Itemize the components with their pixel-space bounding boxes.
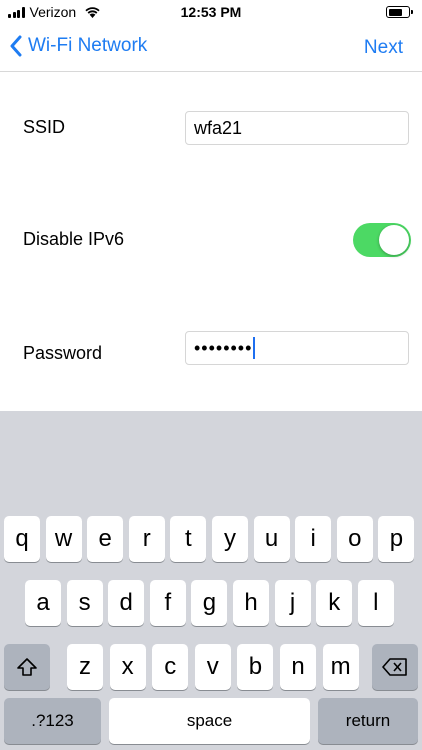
key-g[interactable]: g <box>191 580 228 626</box>
key-o[interactable]: o <box>336 516 373 562</box>
key-y[interactable]: y <box>212 516 248 562</box>
ssid-input[interactable] <box>185 111 409 145</box>
password-input[interactable]: •••••••• <box>185 331 409 365</box>
battery-icon <box>386 6 413 18</box>
ssid-row: SSID <box>0 111 422 145</box>
key-q[interactable]: q <box>4 516 40 562</box>
password-masked-value: •••••••• <box>194 337 253 358</box>
next-button[interactable]: Next <box>364 37 403 59</box>
status-time: 12:53 PM <box>180 4 242 20</box>
chevron-left-icon <box>10 35 22 57</box>
key-t[interactable]: t <box>170 516 207 562</box>
key-n[interactable]: n <box>280 644 316 690</box>
key-a[interactable]: a <box>25 580 61 626</box>
keyboard-area: qwertyuiop asdfghjkl zxcvbnm .?123 space… <box>0 411 422 750</box>
space-key[interactable]: space <box>109 698 310 744</box>
shift-key[interactable] <box>4 644 50 690</box>
key-z[interactable]: z <box>67 644 103 690</box>
return-key[interactable]: return <box>318 698 418 744</box>
key-u[interactable]: u <box>253 516 290 562</box>
key-h[interactable]: h <box>233 580 269 626</box>
key-d[interactable]: d <box>108 580 145 626</box>
key-w[interactable]: w <box>45 516 82 562</box>
password-label: Password <box>23 343 103 363</box>
back-button-label: Wi-Fi Network <box>28 35 148 56</box>
text-cursor <box>253 337 256 359</box>
key-s[interactable]: s <box>66 580 103 626</box>
navigation-bar: Wi-Fi Network Next <box>0 26 422 72</box>
key-x[interactable]: x <box>109 644 146 690</box>
delete-key[interactable] <box>372 644 418 690</box>
back-button[interactable]: Wi-Fi Network <box>10 35 147 57</box>
ipv6-toggle[interactable] <box>353 223 411 257</box>
key-j[interactable]: j <box>274 580 311 626</box>
battery-level <box>388 8 402 16</box>
key-m[interactable]: m <box>322 644 359 690</box>
password-row: Password •••••••• <box>0 331 422 365</box>
key-i[interactable]: i <box>295 516 332 562</box>
key-l[interactable]: l <box>357 580 394 626</box>
ipv6-row: Disable IPv6 <box>0 223 422 257</box>
shift-arrow-icon <box>17 658 37 676</box>
key-f[interactable]: f <box>149 580 186 626</box>
ipv6-label: Disable IPv6 <box>23 229 125 249</box>
key-c[interactable]: c <box>152 644 189 690</box>
key-b[interactable]: b <box>237 644 274 690</box>
toggle-knob <box>379 225 409 255</box>
backspace-icon <box>382 658 407 676</box>
key-k[interactable]: k <box>316 580 353 626</box>
key-e[interactable]: e <box>87 516 124 562</box>
key-v[interactable]: v <box>194 644 231 690</box>
key-p[interactable]: p <box>378 516 415 562</box>
ssid-label: SSID <box>23 117 66 137</box>
numbers-key[interactable]: .?123 <box>4 698 101 744</box>
key-r[interactable]: r <box>128 516 165 562</box>
status-bar: Verizon 12:53 PM <box>0 0 422 26</box>
